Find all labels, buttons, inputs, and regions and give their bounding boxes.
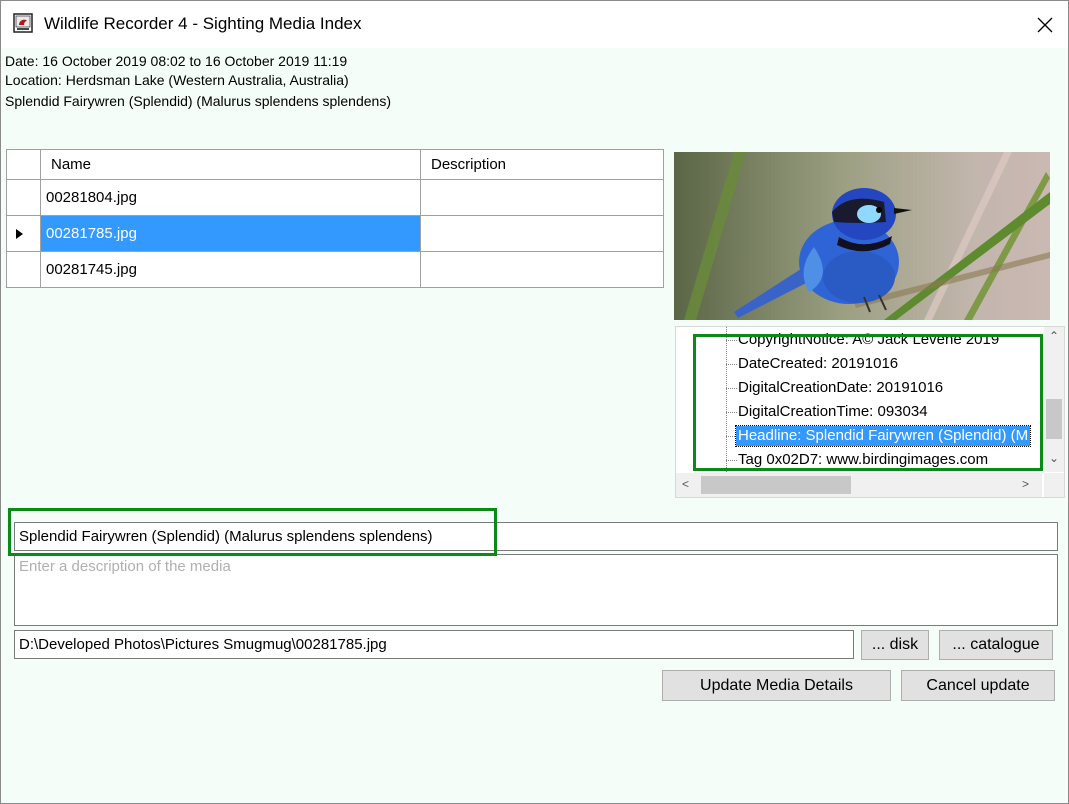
tree-branch <box>726 340 737 341</box>
table-header-row: Name Description <box>6 149 664 180</box>
tree-branch <box>726 388 737 389</box>
table-row-selected[interactable]: 00281785.jpg <box>6 215 664 252</box>
scroll-down-icon[interactable]: ⌄ <box>1049 451 1059 465</box>
sighting-location: Location: Herdsman Lake (Western Austral… <box>5 72 349 88</box>
tree-node[interactable]: Tag 0x02D7: www.birdingimages.com <box>738 450 988 470</box>
scroll-up-icon[interactable]: ⌃ <box>1049 329 1059 343</box>
update-media-details-button[interactable]: Update Media Details <box>662 670 891 701</box>
table-row[interactable]: 00281804.jpg <box>6 179 664 216</box>
column-header-description[interactable]: Description <box>420 149 664 180</box>
table-row[interactable]: 00281745.jpg <box>6 251 664 288</box>
media-description-cell[interactable] <box>420 179 664 216</box>
tree-branch <box>726 364 737 365</box>
tree-vertical-scroll-thumb[interactable] <box>1046 399 1062 439</box>
media-index-window: Wildlife Recorder 4 - Sighting Media Ind… <box>0 0 1069 804</box>
tree-node[interactable]: DateCreated: 20191016 <box>738 354 898 374</box>
scroll-right-icon[interactable]: > <box>1022 477 1029 491</box>
metadata-tree[interactable]: CopyrightNotice: A© Jack Levene 2019 Dat… <box>675 326 1065 498</box>
media-name-cell[interactable]: 00281745.jpg <box>40 251 421 288</box>
window-title: Wildlife Recorder 4 - Sighting Media Ind… <box>44 14 362 33</box>
tree-guide-line <box>726 327 727 472</box>
browse-catalogue-button[interactable]: ... catalogue <box>939 630 1053 660</box>
browse-disk-button[interactable]: ... disk <box>861 630 929 660</box>
cancel-update-button[interactable]: Cancel update <box>901 670 1055 701</box>
media-description-cell[interactable] <box>420 251 664 288</box>
media-description-cell[interactable] <box>420 215 664 252</box>
tree-node[interactable]: DigitalCreationTime: 093034 <box>738 402 928 422</box>
title-bar[interactable]: Wildlife Recorder 4 - Sighting Media Ind… <box>1 1 1068 48</box>
close-icon <box>1037 17 1053 32</box>
tree-node[interactable]: CopyrightNotice: A© Jack Levene 2019 <box>738 330 999 350</box>
row-header[interactable] <box>6 179 41 216</box>
tree-node[interactable]: DigitalCreationDate: 20191016 <box>738 378 943 398</box>
media-preview-image <box>674 152 1050 320</box>
media-description-input[interactable] <box>14 554 1058 626</box>
wildlife-recorder-app-icon <box>13 13 33 33</box>
tree-branch <box>726 460 737 461</box>
tree-branch <box>726 412 737 413</box>
column-header-name[interactable]: Name <box>40 149 421 180</box>
scroll-left-icon[interactable]: < <box>682 477 689 491</box>
tree-horizontal-scrollbar[interactable]: < > <box>676 473 1042 497</box>
row-header-corner <box>6 149 41 180</box>
media-name-cell[interactable]: 00281804.jpg <box>40 179 421 216</box>
tree-vertical-scrollbar[interactable]: ⌃ ⌄ <box>1044 327 1064 472</box>
row-header[interactable] <box>6 215 41 252</box>
media-table[interactable]: Name Description 00281804.jpg 00281785.j… <box>6 149 664 288</box>
sighting-date: Date: 16 October 2019 08:02 to 16 Octobe… <box>5 53 348 69</box>
tree-horizontal-scroll-thumb[interactable] <box>701 476 851 494</box>
media-title-input[interactable] <box>14 522 1058 551</box>
tree-node-selected[interactable]: Headline: Splendid Fairywren (Splendid) … <box>734 425 1032 447</box>
close-button[interactable] <box>1022 1 1068 48</box>
sighting-species: Splendid Fairywren (Splendid) (Malurus s… <box>5 93 391 109</box>
row-header[interactable] <box>6 251 41 288</box>
scrollbar-corner <box>1044 473 1064 497</box>
media-path-input[interactable] <box>14 630 854 659</box>
current-row-pointer-icon <box>16 229 23 239</box>
media-name-cell[interactable]: 00281785.jpg <box>40 215 421 252</box>
